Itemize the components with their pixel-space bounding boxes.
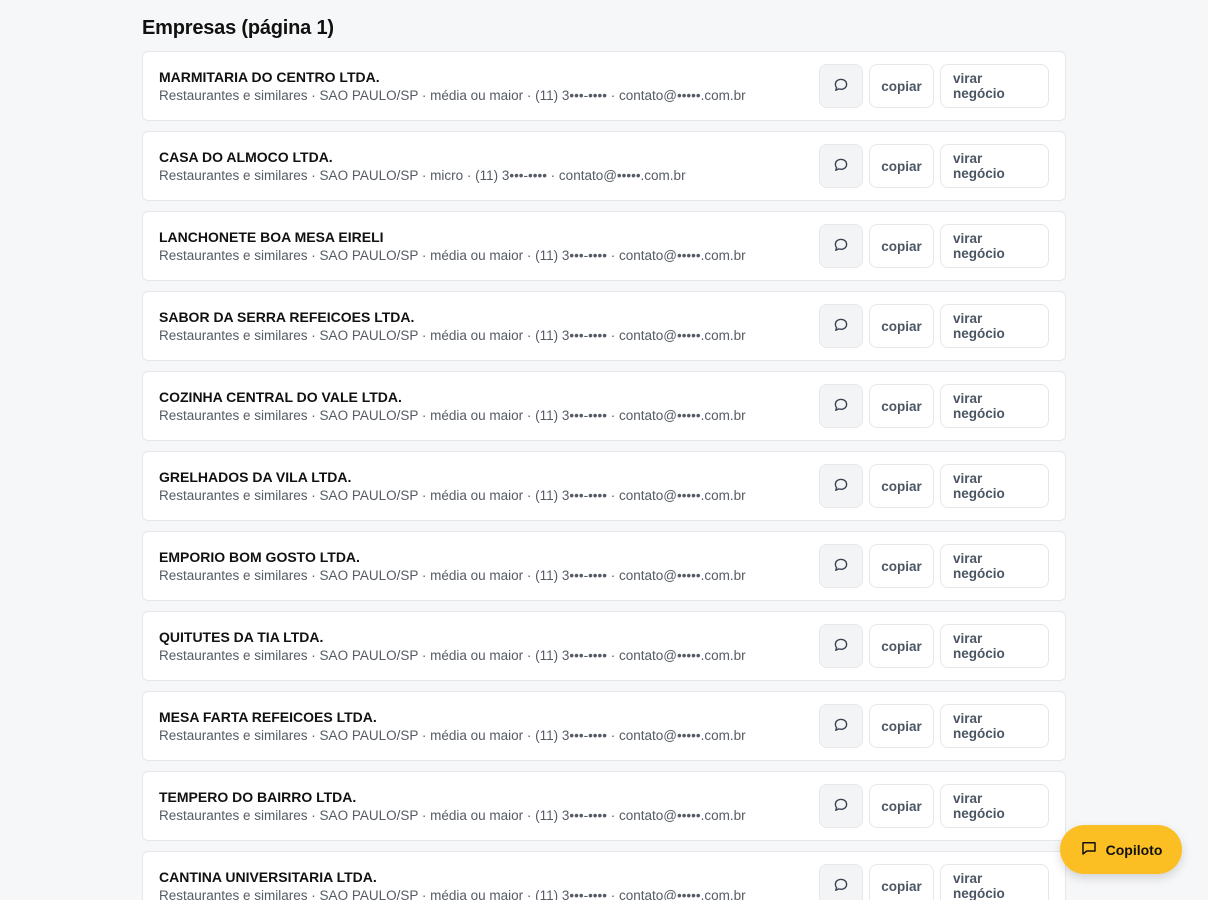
convert-deal-button[interactable]: virar negócio: [940, 784, 1049, 828]
company-card: TEMPERO DO BAIRRO LTDA. Restaurantes e s…: [142, 771, 1066, 841]
company-card: MARMITARIA DO CENTRO LTDA. Restaurantes …: [142, 51, 1066, 121]
chat-bubble-icon: [832, 716, 850, 737]
copy-button[interactable]: copiar: [869, 624, 934, 668]
page: Empresas (página 1) MARMITARIA DO CENTRO…: [0, 0, 1208, 900]
chat-square-icon: [1080, 839, 1098, 860]
copy-button[interactable]: copiar: [869, 784, 934, 828]
company-card: QUITUTES DA TIA LTDA. Restaurantes e sim…: [142, 611, 1066, 681]
message-button[interactable]: [819, 864, 863, 900]
message-button[interactable]: [819, 384, 863, 428]
message-button[interactable]: [819, 784, 863, 828]
company-name: CASA DO ALMOCO LTDA.: [159, 149, 333, 165]
convert-deal-button[interactable]: virar negócio: [940, 464, 1049, 508]
card-actions: copiar virar negócio: [819, 144, 1049, 188]
copy-button[interactable]: copiar: [869, 544, 934, 588]
chat-bubble-icon: [832, 396, 850, 417]
company-list: MARMITARIA DO CENTRO LTDA. Restaurantes …: [142, 51, 1066, 900]
company-card: COZINHA CENTRAL DO VALE LTDA. Restaurant…: [142, 371, 1066, 441]
company-meta: Restaurantes e similares · SAO PAULO/SP …: [159, 808, 746, 823]
message-button[interactable]: [819, 64, 863, 108]
message-button[interactable]: [819, 624, 863, 668]
chat-bubble-icon: [832, 156, 850, 177]
chat-bubble-icon: [832, 636, 850, 657]
copy-button[interactable]: copiar: [869, 864, 934, 900]
company-meta: Restaurantes e similares · SAO PAULO/SP …: [159, 888, 746, 900]
copy-button[interactable]: copiar: [869, 384, 934, 428]
copilot-label: Copiloto: [1105, 841, 1163, 858]
convert-deal-button[interactable]: virar negócio: [940, 144, 1049, 188]
company-meta: Restaurantes e similares · SAO PAULO/SP …: [159, 408, 746, 423]
company-meta: Restaurantes e similares · SAO PAULO/SP …: [159, 168, 686, 183]
company-meta: Restaurantes e similares · SAO PAULO/SP …: [159, 648, 746, 663]
company-meta: Restaurantes e similares · SAO PAULO/SP …: [159, 88, 746, 103]
card-actions: copiar virar negócio: [819, 544, 1049, 588]
convert-deal-button[interactable]: virar negócio: [940, 544, 1049, 588]
card-actions: copiar virar negócio: [819, 304, 1049, 348]
company-card: GRELHADOS DA VILA LTDA. Restaurantes e s…: [142, 451, 1066, 521]
card-actions: copiar virar negócio: [819, 64, 1049, 108]
message-button[interactable]: [819, 704, 863, 748]
company-name: LANCHONETE BOA MESA EIRELI: [159, 229, 384, 245]
message-button[interactable]: [819, 224, 863, 268]
company-meta: Restaurantes e similares · SAO PAULO/SP …: [159, 248, 746, 263]
card-actions: copiar virar negócio: [819, 224, 1049, 268]
card-actions: copiar virar negócio: [819, 864, 1049, 900]
chat-bubble-icon: [832, 876, 850, 897]
company-name: MARMITARIA DO CENTRO LTDA.: [159, 69, 380, 85]
company-name: QUITUTES DA TIA LTDA.: [159, 629, 324, 645]
company-card: CASA DO ALMOCO LTDA. Restaurantes e simi…: [142, 131, 1066, 201]
card-actions: copiar virar negócio: [819, 704, 1049, 748]
chat-bubble-icon: [832, 476, 850, 497]
company-card: CANTINA UNIVERSITARIA LTDA. Restaurantes…: [142, 851, 1066, 900]
copy-button[interactable]: copiar: [869, 304, 934, 348]
company-meta: Restaurantes e similares · SAO PAULO/SP …: [159, 568, 746, 583]
company-name: EMPORIO BOM GOSTO LTDA.: [159, 549, 360, 565]
copilot-button[interactable]: Copiloto: [1060, 825, 1182, 874]
chat-bubble-icon: [832, 76, 850, 97]
company-meta: Restaurantes e similares · SAO PAULO/SP …: [159, 328, 746, 343]
convert-deal-button[interactable]: virar negócio: [940, 704, 1049, 748]
page-title: Empresas (página 1): [142, 17, 334, 39]
company-name: SABOR DA SERRA REFEICOES LTDA.: [159, 309, 415, 325]
message-button[interactable]: [819, 544, 863, 588]
convert-deal-button[interactable]: virar negócio: [940, 384, 1049, 428]
company-name: GRELHADOS DA VILA LTDA.: [159, 469, 352, 485]
company-name: CANTINA UNIVERSITARIA LTDA.: [159, 869, 377, 885]
company-card: LANCHONETE BOA MESA EIRELI Restaurantes …: [142, 211, 1066, 281]
chat-bubble-icon: [832, 556, 850, 577]
convert-deal-button[interactable]: virar negócio: [940, 864, 1049, 900]
convert-deal-button[interactable]: virar negócio: [940, 224, 1049, 268]
convert-deal-button[interactable]: virar negócio: [940, 624, 1049, 668]
message-button[interactable]: [819, 464, 863, 508]
convert-deal-button[interactable]: virar negócio: [940, 64, 1049, 108]
message-button[interactable]: [819, 144, 863, 188]
chat-bubble-icon: [832, 236, 850, 257]
chat-bubble-icon: [832, 796, 850, 817]
chat-bubble-icon: [832, 316, 850, 337]
company-card: MESA FARTA REFEICOES LTDA. Restaurantes …: [142, 691, 1066, 761]
card-actions: copiar virar negócio: [819, 384, 1049, 428]
card-actions: copiar virar negócio: [819, 624, 1049, 668]
company-name: COZINHA CENTRAL DO VALE LTDA.: [159, 389, 402, 405]
copy-button[interactable]: copiar: [869, 464, 934, 508]
company-card: EMPORIO BOM GOSTO LTDA. Restaurantes e s…: [142, 531, 1066, 601]
copy-button[interactable]: copiar: [869, 704, 934, 748]
copy-button[interactable]: copiar: [869, 224, 934, 268]
company-meta: Restaurantes e similares · SAO PAULO/SP …: [159, 728, 746, 743]
company-card: SABOR DA SERRA REFEICOES LTDA. Restauran…: [142, 291, 1066, 361]
message-button[interactable]: [819, 304, 863, 348]
company-name: MESA FARTA REFEICOES LTDA.: [159, 709, 377, 725]
convert-deal-button[interactable]: virar negócio: [940, 304, 1049, 348]
company-meta: Restaurantes e similares · SAO PAULO/SP …: [159, 488, 746, 503]
card-actions: copiar virar negócio: [819, 464, 1049, 508]
copy-button[interactable]: copiar: [869, 64, 934, 108]
company-name: TEMPERO DO BAIRRO LTDA.: [159, 789, 357, 805]
card-actions: copiar virar negócio: [819, 784, 1049, 828]
copy-button[interactable]: copiar: [869, 144, 934, 188]
